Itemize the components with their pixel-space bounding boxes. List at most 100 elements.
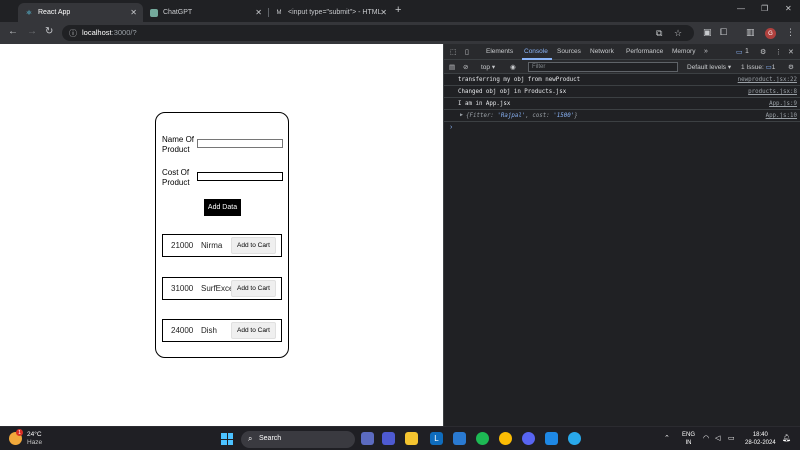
forward-icon[interactable]: → xyxy=(27,26,37,37)
console-log-list: transferring my obj from newProduct newp… xyxy=(444,74,800,134)
tab-sources[interactable]: Sources xyxy=(557,48,581,55)
device-toolbar-icon[interactable]: ▯ xyxy=(465,48,469,56)
product-row: 31000 SurfExcel Add to Cart xyxy=(162,277,282,300)
log-levels-dropdown[interactable]: Default levels ▾ xyxy=(687,63,731,71)
devtools-menu-icon[interactable]: ⋮ xyxy=(775,48,782,56)
product-cost: 21000 xyxy=(171,241,194,250)
product-cost: 31000 xyxy=(171,284,194,293)
chrome-icon[interactable] xyxy=(499,432,512,445)
add-data-button[interactable]: Add Data xyxy=(204,199,241,216)
teams-icon[interactable] xyxy=(382,432,395,445)
sidebar-toggle-icon[interactable]: ▤ xyxy=(449,63,455,71)
address-bar[interactable]: ⓘ localhost:3000/? ⧉ ☆ xyxy=(62,25,694,41)
spotify-icon[interactable] xyxy=(476,432,489,445)
log-source-link[interactable]: products.jsx:8 xyxy=(748,89,797,95)
tab-react-app[interactable]: ⚛ React App ✕ xyxy=(18,3,143,22)
tab-performance[interactable]: Performance xyxy=(626,48,663,55)
clock-time: 18:40 xyxy=(752,432,768,438)
add-to-cart-button[interactable]: Add to Cart xyxy=(231,322,276,339)
minimize-icon[interactable]: — xyxy=(737,4,745,13)
back-icon[interactable]: ← xyxy=(8,26,18,37)
discord-icon[interactable] xyxy=(522,432,535,445)
new-tab-icon[interactable]: + xyxy=(395,4,401,16)
expand-triangle-icon[interactable]: ▶ xyxy=(460,112,463,118)
inspect-element-icon[interactable]: ⬚ xyxy=(450,48,457,56)
tab-memory[interactable]: Memory xyxy=(672,48,695,55)
clear-console-icon[interactable]: ⊘ xyxy=(463,63,468,71)
add-to-cart-button[interactable]: Add to Cart xyxy=(231,237,276,254)
profile-avatar[interactable]: G xyxy=(765,28,776,39)
issues-counter[interactable]: 1 Issue: ▭1 xyxy=(741,63,775,71)
close-window-icon[interactable]: ✕ xyxy=(785,4,792,13)
console-message[interactable]: ▶ {Fitter: 'Rajpal', cost: '1500'} App.j… xyxy=(444,110,800,122)
messages-count: 1 xyxy=(745,48,749,55)
close-tab-icon[interactable]: ✕ xyxy=(130,8,137,17)
issues-count: 1 xyxy=(771,64,776,71)
extensions-puzzle-icon[interactable]: ⧠ xyxy=(720,27,727,38)
context-selector[interactable]: top ▾ xyxy=(481,63,495,71)
side-panel-icon[interactable]: ▥ xyxy=(746,27,755,38)
close-tab-icon[interactable]: ✕ xyxy=(255,8,262,17)
wifi-icon[interactable]: ◠ xyxy=(703,434,709,442)
messages-icon[interactable]: ▭ xyxy=(736,48,743,56)
product-cost-input[interactable] xyxy=(197,172,283,181)
weather-badge: 1 xyxy=(16,429,23,436)
product-row: 24000 Dish Add to Cart xyxy=(162,319,282,342)
linkedin-icon[interactable]: L xyxy=(430,432,443,445)
url-text[interactable]: localhost:3000/? xyxy=(82,28,137,37)
close-devtools-icon[interactable]: ✕ xyxy=(788,48,794,56)
add-to-cart-button[interactable]: Add to Cart xyxy=(231,280,276,297)
input-language[interactable]: ENG IN xyxy=(682,431,695,447)
reload-icon[interactable]: ↻ xyxy=(45,26,53,37)
close-tab-icon[interactable]: ✕ xyxy=(380,8,387,17)
log-source-link[interactable]: newproduct.jsx:22 xyxy=(738,77,797,83)
site-info-icon[interactable]: ⓘ xyxy=(69,28,77,39)
log-source-link[interactable]: App.js:10 xyxy=(766,113,797,119)
mail-icon[interactable] xyxy=(453,432,466,445)
install-app-icon[interactable]: ⧉ xyxy=(656,28,662,39)
console-filter-input[interactable]: Filter xyxy=(528,62,678,72)
console-settings-icon[interactable]: ⚙ xyxy=(788,63,794,71)
battery-icon[interactable]: ▭ xyxy=(728,434,735,442)
windows-start-icon[interactable] xyxy=(221,433,233,445)
file-explorer-icon[interactable] xyxy=(405,432,418,445)
lang-code: ENG xyxy=(682,432,696,438)
search-label: Search xyxy=(259,435,282,442)
tab-elements[interactable]: Elements xyxy=(486,48,513,55)
restore-icon[interactable]: ❐ xyxy=(761,4,768,13)
weather-temperature[interactable]: 24°C xyxy=(27,431,42,438)
product-name: Nirma xyxy=(201,241,223,250)
tab-chatgpt[interactable]: ChatGPT ✕ xyxy=(143,3,268,22)
context-value: top xyxy=(481,64,491,71)
tab-network[interactable]: Network xyxy=(590,48,614,55)
chatgpt-icon xyxy=(150,8,158,17)
notification-bell-icon[interactable]: 🔔︎ xyxy=(782,434,791,442)
url-path: :3000/? xyxy=(111,28,137,37)
obj-name-value: 'Rajpal' xyxy=(497,113,526,119)
volume-icon[interactable]: ◁ xyxy=(715,434,720,442)
prompt-chevron-icon: › xyxy=(450,124,453,131)
extension-badge-icon[interactable]: ▣ xyxy=(703,27,712,38)
product-row: 21000 Nirma Add to Cart xyxy=(162,234,282,257)
taskbar-search[interactable]: ⌕ Search xyxy=(241,431,355,448)
vscode-icon[interactable] xyxy=(545,432,558,445)
obj-cost-value: '1500' xyxy=(553,113,575,119)
tab-console[interactable]: Console xyxy=(524,48,548,55)
console-prompt-row[interactable]: › xyxy=(444,122,800,134)
log-object[interactable]: {Fitter: 'Rajpal', cost: '1500'} xyxy=(466,113,578,119)
weather-description[interactable]: Haze xyxy=(27,439,42,446)
log-source-link[interactable]: App.js:9 xyxy=(769,101,797,107)
bookmark-star-icon[interactable]: ☆ xyxy=(674,28,682,39)
tray-overflow-chevron-icon[interactable]: ⌃ xyxy=(664,434,670,442)
url-host: localhost xyxy=(82,28,112,37)
product-name-input[interactable] xyxy=(197,139,283,148)
settings-gear-icon[interactable]: ⚙ xyxy=(760,48,766,56)
menu-kebab-icon[interactable]: ⋮ xyxy=(786,27,795,38)
windows-taskbar: 1 24°C Haze ⌕ Search L ⌃ ENG IN ◠ ◁ ▭ 18… xyxy=(0,426,800,450)
live-expression-eye-icon[interactable]: ◉ xyxy=(510,63,516,71)
more-tabs-icon[interactable]: » xyxy=(704,48,708,55)
tab-mdn[interactable]: M <input type="submit"> - HTML ✕ xyxy=(268,3,393,22)
task-view-icon[interactable] xyxy=(361,432,374,445)
system-clock[interactable]: 18:40 28-02-2024 xyxy=(745,431,776,447)
telegram-icon[interactable] xyxy=(568,432,581,445)
